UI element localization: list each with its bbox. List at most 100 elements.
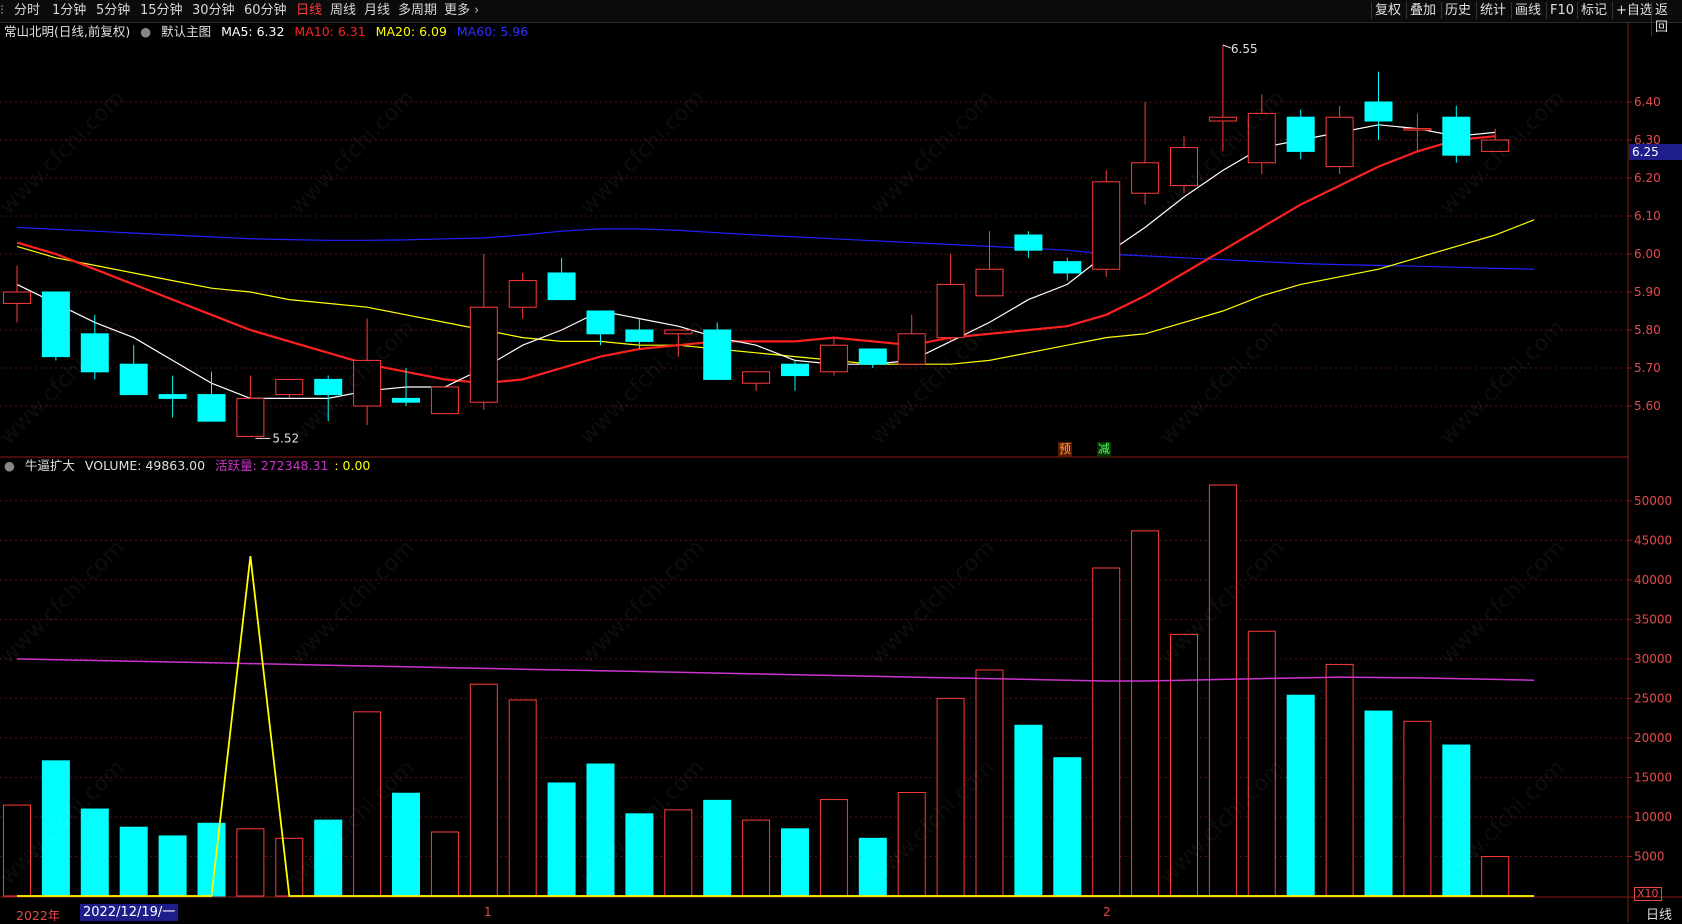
price-tick-label: 6.00 (1634, 247, 1661, 261)
period-toolbar: ⁝ 分时 1分钟 5分钟 15分钟 30分钟 60分钟 日线 周线 月线 多周期… (0, 0, 1682, 36)
candle-body (1131, 162, 1160, 194)
month-mark-feb: 2 (1103, 905, 1111, 919)
price-tick-label: 5.70 (1634, 361, 1661, 375)
volume-bar (158, 835, 187, 897)
volume-bar (1053, 757, 1082, 897)
tab-5min[interactable]: 5分钟 (96, 3, 130, 19)
fuquan-button[interactable]: 复权 (1371, 2, 1404, 19)
month-mark-jan: 1 (484, 905, 492, 919)
candle-body (41, 291, 70, 358)
axes: 6.406.306.206.106.005.905.805.705.605000… (1628, 95, 1672, 863)
candle-body (1092, 181, 1121, 270)
tab-more[interactable]: 更多 (444, 3, 470, 19)
volume-bar (236, 828, 265, 897)
ma60-line (16, 226, 1535, 270)
volume-bar (80, 808, 109, 897)
volume-bar (1014, 724, 1043, 897)
volume-bar (547, 782, 576, 897)
x10-zoom-button[interactable]: X10 (1634, 887, 1662, 901)
volume-bar (664, 809, 693, 897)
volume-bar (508, 699, 537, 897)
candle-body (1403, 128, 1432, 131)
candle-body (508, 280, 537, 308)
volume-bar (703, 799, 732, 897)
more-chevron-icon[interactable]: › (474, 3, 479, 19)
candle-body (897, 333, 926, 365)
candle-body (119, 363, 148, 396)
candle-body (703, 329, 732, 380)
price-tick-label: 6.20 (1634, 171, 1661, 185)
volume-bar (469, 683, 498, 897)
volume-tick-label: 10000 (1634, 810, 1672, 824)
volume-bar (1403, 720, 1432, 897)
tab-daily[interactable]: 日线 (296, 3, 322, 19)
volume-tick-label: 35000 (1634, 612, 1672, 626)
volume-bar (1364, 710, 1393, 897)
reduce-tag[interactable]: 减 (1097, 442, 1112, 457)
candle-body (1364, 101, 1393, 122)
candle-body (430, 386, 459, 415)
volume-bar (1131, 530, 1160, 897)
volume-bar (119, 826, 148, 897)
volume-tick-label: 50000 (1634, 494, 1672, 508)
candle-body (1053, 261, 1082, 274)
candle-body (1325, 116, 1354, 168)
price-tick-label: 5.60 (1634, 399, 1661, 413)
candle-body (1208, 116, 1237, 122)
volume-bar (430, 831, 459, 897)
tab-60min[interactable]: 60分钟 (244, 3, 287, 19)
candle-body (197, 394, 226, 422)
candle-body (858, 348, 887, 365)
f10-button[interactable]: F10 (1546, 2, 1577, 19)
volume-tick-label: 25000 (1634, 691, 1672, 705)
volume-bar (1325, 663, 1354, 897)
kline-chart[interactable]: 6.555.52 6.406.306.206.106.005.905.805.7… (0, 22, 1682, 922)
history-button[interactable]: 历史 (1441, 2, 1474, 19)
tab-multi-period[interactable]: 多周期 (398, 3, 437, 19)
add-watchlist-button[interactable]: +自选 (1612, 2, 1656, 19)
candle-body (1286, 116, 1315, 152)
year-label: 2022年 (16, 908, 61, 923)
candle-body (392, 397, 420, 403)
volume-bar (1092, 567, 1121, 897)
candle-body (975, 268, 1004, 297)
candle-body (936, 283, 965, 339)
candle-body (3, 291, 31, 304)
candle-body (819, 344, 848, 373)
draw-line-button[interactable]: 画线 (1511, 2, 1544, 19)
tab-15min[interactable]: 15分钟 (140, 3, 183, 19)
candle-body (275, 378, 304, 396)
volume-bar (1286, 694, 1315, 897)
tab-weekly[interactable]: 周线 (330, 3, 356, 19)
tab-fenshi[interactable]: 分时 (14, 3, 40, 19)
volume-bar (392, 792, 420, 897)
volume-bar (819, 799, 848, 897)
high-pointer (1222, 44, 1232, 49)
candle-body (158, 394, 187, 399)
candle-body (547, 272, 576, 301)
volume-bar (197, 822, 226, 897)
tab-1min[interactable]: 1分钟 (52, 3, 86, 19)
volume-tick-label: 5000 (1634, 849, 1665, 863)
volume-tick-label: 15000 (1634, 770, 1672, 784)
stats-button[interactable]: 统计 (1476, 2, 1509, 19)
cursor-date-label: 2022/12/19/一 (80, 904, 179, 921)
volume-bar (781, 828, 809, 897)
mark-button[interactable]: 标记 (1577, 2, 1610, 19)
toolbar-grip-icon: ⁝ (0, 3, 5, 18)
candle-body (1014, 234, 1043, 251)
period-indicator: 日线 (1646, 908, 1673, 923)
candle-body (625, 329, 654, 342)
forecast-tag[interactable]: 预 (1058, 442, 1073, 457)
current-price-tag: 6.25 (1629, 144, 1682, 160)
tab-monthly[interactable]: 月线 (364, 3, 390, 19)
candle-body (469, 306, 498, 403)
volume-tick-label: 40000 (1634, 573, 1672, 587)
price-tick-label: 5.80 (1634, 323, 1661, 337)
volume-bar (1481, 856, 1510, 897)
overlay-button[interactable]: 叠加 (1406, 2, 1439, 19)
tab-30min[interactable]: 30分钟 (192, 3, 235, 19)
price-tick-label: 6.10 (1634, 209, 1661, 223)
candle-body (781, 363, 809, 377)
volume-bar (742, 819, 771, 897)
